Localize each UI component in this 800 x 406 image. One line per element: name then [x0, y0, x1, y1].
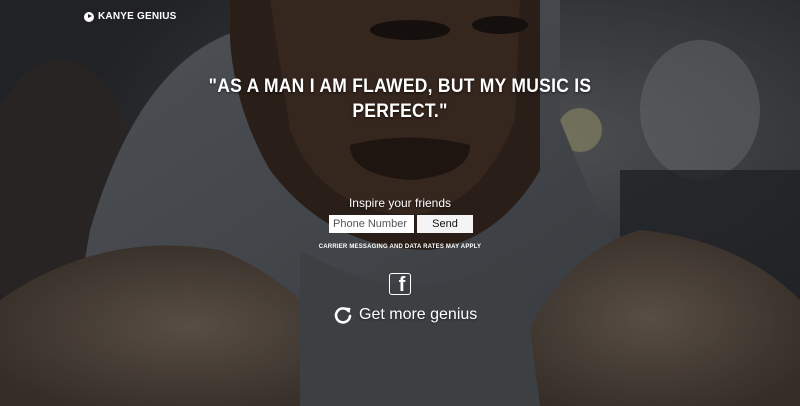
quote-line-2: PERFECT.": [352, 101, 448, 122]
brand-name: KANYE GENIUS: [98, 11, 177, 22]
facebook-icon: f: [398, 274, 406, 295]
send-button[interactable]: Send: [417, 215, 473, 233]
play-circle-icon: [84, 11, 94, 22]
quote-line-1: "AS A MAN I AM FLAWED, BUT MY MUSIC IS: [208, 76, 592, 97]
facebook-share-button[interactable]: f: [389, 273, 411, 295]
phone-number-input[interactable]: [329, 215, 414, 233]
inspire-heading: Inspire your friends: [348, 196, 452, 210]
carrier-disclaimer: CARRIER MESSAGING AND DATA RATES MAY APP…: [318, 244, 482, 250]
brand-logo-link[interactable]: KANYE GENIUS: [84, 11, 177, 22]
refresh-icon: [334, 307, 352, 324]
share-form: Send: [329, 215, 473, 233]
get-more-genius-label: Get more genius: [359, 306, 478, 323]
genius-quote: "AS A MAN I AM FLAWED, BUT MY MUSIC IS P…: [198, 74, 603, 124]
get-more-genius-button[interactable]: Get more genius: [333, 305, 477, 325]
